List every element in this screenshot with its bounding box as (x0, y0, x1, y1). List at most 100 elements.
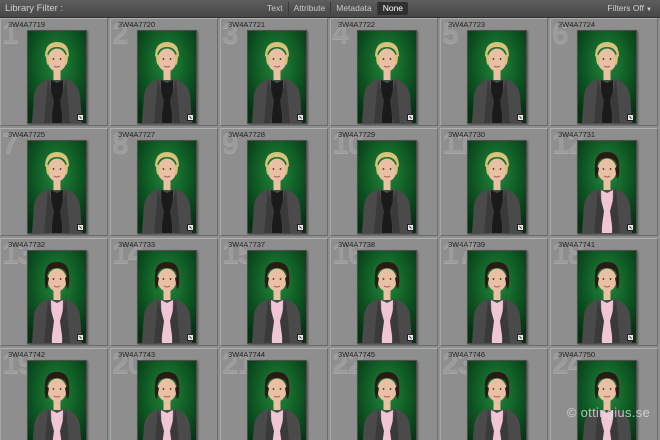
grid-cell[interactable]: 17 3W4A7739 (440, 238, 548, 346)
portrait-thumbnail[interactable] (137, 360, 197, 440)
grid-cell[interactable]: 22 3W4A7745 (330, 348, 438, 440)
cell-filename: 3W4A7743 (118, 350, 156, 359)
cell-filename: 3W4A7750 (558, 350, 596, 359)
library-grid-window: Library Filter : Text Attribute Metadata… (0, 0, 660, 440)
cell-filename: 3W4A7731 (558, 130, 596, 139)
portrait-thumbnail[interactable] (357, 250, 417, 344)
portrait-thumbnail[interactable] (27, 360, 87, 440)
edited-badge-icon (517, 224, 524, 231)
grid-cell[interactable]: 3 3W4A7721 (220, 18, 328, 126)
edited-badge-icon (297, 114, 304, 121)
cell-filename: 3W4A7729 (338, 130, 376, 139)
edited-badge-icon (407, 114, 414, 121)
portrait-thumbnail[interactable] (247, 250, 307, 344)
grid-cell[interactable]: 9 3W4A7728 (220, 128, 328, 236)
grid-cell[interactable]: 16 3W4A7738 (330, 238, 438, 346)
tab-none[interactable]: None (376, 2, 409, 15)
portrait-thumbnail[interactable] (577, 250, 637, 344)
edited-badge-icon (77, 224, 84, 231)
grid-cell[interactable]: 7 3W4A7725 (0, 128, 108, 236)
portrait-thumbnail[interactable] (467, 30, 527, 124)
grid-cell[interactable]: 20 3W4A7743 (110, 348, 218, 440)
grid-cell[interactable]: 4 3W4A7722 (330, 18, 438, 126)
grid-cell[interactable]: 8 3W4A7727 (110, 128, 218, 236)
portrait-thumbnail[interactable] (137, 250, 197, 344)
grid-cell[interactable]: 13 3W4A7732 (0, 238, 108, 346)
cell-filename: 3W4A7733 (118, 240, 156, 249)
filter-preset-dropdown[interactable]: Filters Off ▼ (607, 3, 652, 13)
filter-tabs: Text Attribute Metadata None (262, 2, 409, 15)
edited-badge-icon (517, 114, 524, 121)
cell-filename: 3W4A7728 (228, 130, 266, 139)
chevron-down-icon: ▼ (646, 7, 652, 13)
grid-cell[interactable]: 15 3W4A7737 (220, 238, 328, 346)
grid-cell[interactable]: 11 3W4A7730 (440, 128, 548, 236)
edited-badge-icon (297, 224, 304, 231)
portrait-thumbnail[interactable] (137, 30, 197, 124)
tab-metadata[interactable]: Metadata (330, 2, 376, 15)
cell-filename: 3W4A7719 (8, 20, 46, 29)
filter-preset-label: Filters Off (607, 3, 645, 13)
grid-cell[interactable]: 24 3W4A7750 (550, 348, 658, 440)
edited-badge-icon (627, 114, 634, 121)
edited-badge-icon (627, 224, 634, 231)
cell-filename: 3W4A7745 (338, 350, 376, 359)
grid-cell[interactable]: 19 3W4A7742 (0, 348, 108, 440)
portrait-thumbnail[interactable] (577, 140, 637, 234)
portrait-thumbnail[interactable] (137, 140, 197, 234)
portrait-thumbnail[interactable] (577, 360, 637, 440)
tab-text[interactable]: Text (262, 2, 288, 15)
portrait-thumbnail[interactable] (27, 30, 87, 124)
portrait-thumbnail[interactable] (467, 250, 527, 344)
edited-badge-icon (627, 334, 634, 341)
edited-badge-icon (187, 334, 194, 341)
grid-cell[interactable]: 14 3W4A7733 (110, 238, 218, 346)
portrait-thumbnail[interactable] (247, 140, 307, 234)
portrait-thumbnail[interactable] (467, 140, 527, 234)
cell-filename: 3W4A7744 (228, 350, 266, 359)
watermark: © ottingius.se (566, 405, 650, 420)
grid-cell[interactable]: 23 3W4A7746 (440, 348, 548, 440)
grid-cell[interactable]: 10 3W4A7729 (330, 128, 438, 236)
cell-filename: 3W4A7725 (8, 130, 46, 139)
cell-filename: 3W4A7724 (558, 20, 596, 29)
cell-filename: 3W4A7742 (8, 350, 46, 359)
portrait-thumbnail[interactable] (247, 30, 307, 124)
cell-filename: 3W4A7739 (448, 240, 486, 249)
cell-filename: 3W4A7732 (8, 240, 46, 249)
tab-attribute[interactable]: Attribute (287, 2, 331, 15)
filter-bar-title: Library Filter : (5, 3, 64, 14)
portrait-thumbnail[interactable] (357, 360, 417, 440)
grid-cell[interactable]: 1 3W4A7719 (0, 18, 108, 126)
cell-filename: 3W4A7746 (448, 350, 486, 359)
edited-badge-icon (187, 114, 194, 121)
portrait-thumbnail[interactable] (357, 30, 417, 124)
grid-cell[interactable]: 2 3W4A7720 (110, 18, 218, 126)
edited-badge-icon (297, 334, 304, 341)
edited-badge-icon (407, 334, 414, 341)
grid-cell[interactable]: 5 3W4A7723 (440, 18, 548, 126)
cell-filename: 3W4A7722 (338, 20, 376, 29)
portrait-thumbnail[interactable] (27, 250, 87, 344)
grid-cell[interactable]: 18 3W4A7741 (550, 238, 658, 346)
grid-cell[interactable]: 6 3W4A7724 (550, 18, 658, 126)
cell-filename: 3W4A7721 (228, 20, 266, 29)
portrait-thumbnail[interactable] (577, 30, 637, 124)
edited-badge-icon (77, 334, 84, 341)
cell-filename: 3W4A7727 (118, 130, 156, 139)
grid-cell[interactable]: 12 3W4A7731 (550, 128, 658, 236)
portrait-thumbnail[interactable] (357, 140, 417, 234)
cell-filename: 3W4A7741 (558, 240, 596, 249)
cell-filename: 3W4A7720 (118, 20, 156, 29)
portrait-thumbnail[interactable] (247, 360, 307, 440)
cell-filename: 3W4A7723 (448, 20, 486, 29)
portrait-thumbnail[interactable] (27, 140, 87, 234)
cell-filename: 3W4A7737 (228, 240, 266, 249)
cell-filename: 3W4A7730 (448, 130, 486, 139)
edited-badge-icon (517, 334, 524, 341)
edited-badge-icon (77, 114, 84, 121)
thumbnail-grid: 1 3W4A7719 2 3W4A7720 3 3W4A7721 4 3W4A7722 5 3W4… (0, 18, 660, 440)
portrait-thumbnail[interactable] (467, 360, 527, 440)
grid-cell[interactable]: 21 3W4A7744 (220, 348, 328, 440)
library-filter-bar: Library Filter : Text Attribute Metadata… (0, 0, 660, 18)
